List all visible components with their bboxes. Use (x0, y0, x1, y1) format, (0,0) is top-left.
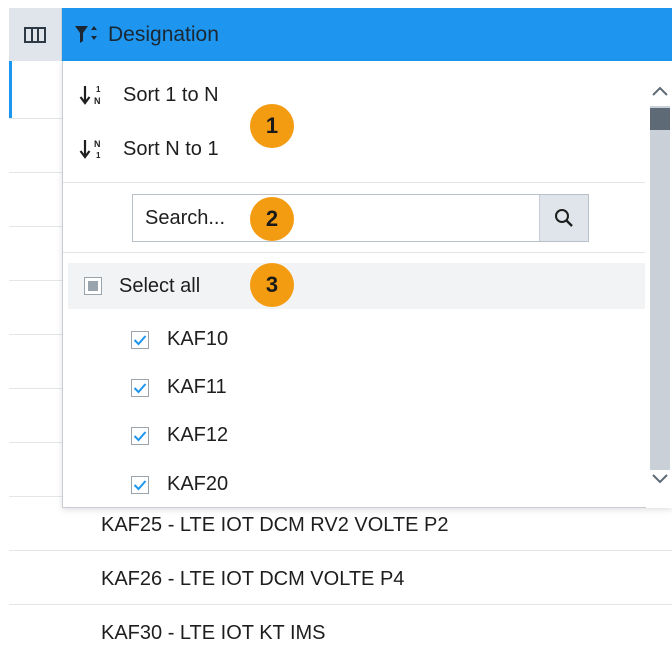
columns-icon (24, 26, 46, 43)
checkmark-icon (133, 334, 147, 345)
filter-option[interactable]: KAF11 (131, 376, 227, 399)
option-label: KAF11 (167, 376, 227, 398)
row-divider (9, 118, 62, 119)
column-header-title: Designation (108, 22, 219, 46)
svg-text:N: N (94, 96, 101, 106)
svg-text:1: 1 (96, 151, 101, 160)
row-divider (62, 604, 672, 605)
row-divider (9, 280, 62, 281)
checkmark-icon (133, 430, 147, 441)
row-divider (9, 334, 62, 335)
option-checkbox[interactable] (131, 378, 149, 397)
row-divider (9, 550, 62, 551)
option-checkbox[interactable] (131, 330, 149, 349)
chevron-down-icon (652, 474, 668, 484)
option-checkbox[interactable] (131, 475, 149, 494)
option-checkbox[interactable] (131, 426, 149, 445)
callout-badge-3: 3 (250, 263, 294, 307)
sort-ascending-label: Sort 1 to N (123, 83, 219, 106)
scroll-down-button[interactable] (650, 469, 670, 489)
option-label: KAF20 (167, 473, 229, 495)
divider (63, 252, 645, 253)
option-label: KAF12 (167, 424, 229, 446)
filter-option[interactable]: KAF10 (131, 328, 228, 351)
sort-ascending-icon: 1 N (79, 85, 101, 106)
row-divider (9, 388, 62, 389)
scroll-up-button[interactable] (650, 81, 670, 101)
left-row-strip (9, 61, 62, 654)
svg-text:N: N (94, 139, 101, 149)
row-divider (9, 172, 62, 173)
checkmark-icon (133, 479, 147, 490)
row-divider (9, 442, 62, 443)
filter-sort-icon (75, 25, 97, 43)
search-icon (555, 209, 573, 227)
sort-descending-item[interactable]: N 1 Sort N to 1 (79, 137, 219, 161)
row-divider (9, 604, 62, 605)
select-all-checkbox[interactable] (84, 277, 102, 295)
scrollbar[interactable] (646, 61, 672, 508)
table-row[interactable]: KAF30 - LTE IOT KT IMS (101, 622, 326, 645)
select-all-label: Select all (119, 274, 201, 297)
column-header-designation[interactable]: Designation (62, 8, 672, 61)
search-button[interactable] (539, 195, 588, 241)
select-all-row[interactable]: Select all (68, 263, 645, 309)
scroll-thumb[interactable] (650, 108, 670, 130)
sort-descending-label: Sort N to 1 (123, 137, 219, 160)
divider (63, 182, 645, 183)
filter-option[interactable]: KAF12 (131, 424, 228, 447)
sort-ascending-item[interactable]: 1 N Sort 1 to N (79, 83, 219, 107)
selected-row-indicator (9, 61, 62, 118)
row-divider (9, 226, 62, 227)
sort-descending-icon: N 1 (79, 139, 101, 160)
chevron-up-icon (652, 86, 668, 96)
search-input[interactable] (133, 195, 539, 241)
row-divider (62, 550, 672, 551)
search-box (132, 194, 589, 242)
table-row[interactable]: KAF26 - LTE IOT DCM VOLTE P4 (101, 568, 404, 591)
svg-text:1: 1 (96, 85, 101, 94)
row-divider (9, 496, 62, 497)
filter-option[interactable]: KAF20 (131, 473, 228, 496)
scroll-track[interactable] (650, 106, 670, 470)
callout-badge-2: 2 (250, 197, 294, 241)
table-row[interactable]: KAF25 - LTE IOT DCM RV2 VOLTE P2 (101, 514, 449, 537)
column-chooser-button[interactable] (9, 8, 62, 61)
checkmark-icon (133, 382, 147, 393)
option-label: KAF10 (167, 328, 229, 350)
callout-badge-1: 1 (250, 104, 294, 148)
column-filter-dropdown: 1 N Sort 1 to N N 1 Sort N to 1 Select a… (62, 61, 672, 508)
